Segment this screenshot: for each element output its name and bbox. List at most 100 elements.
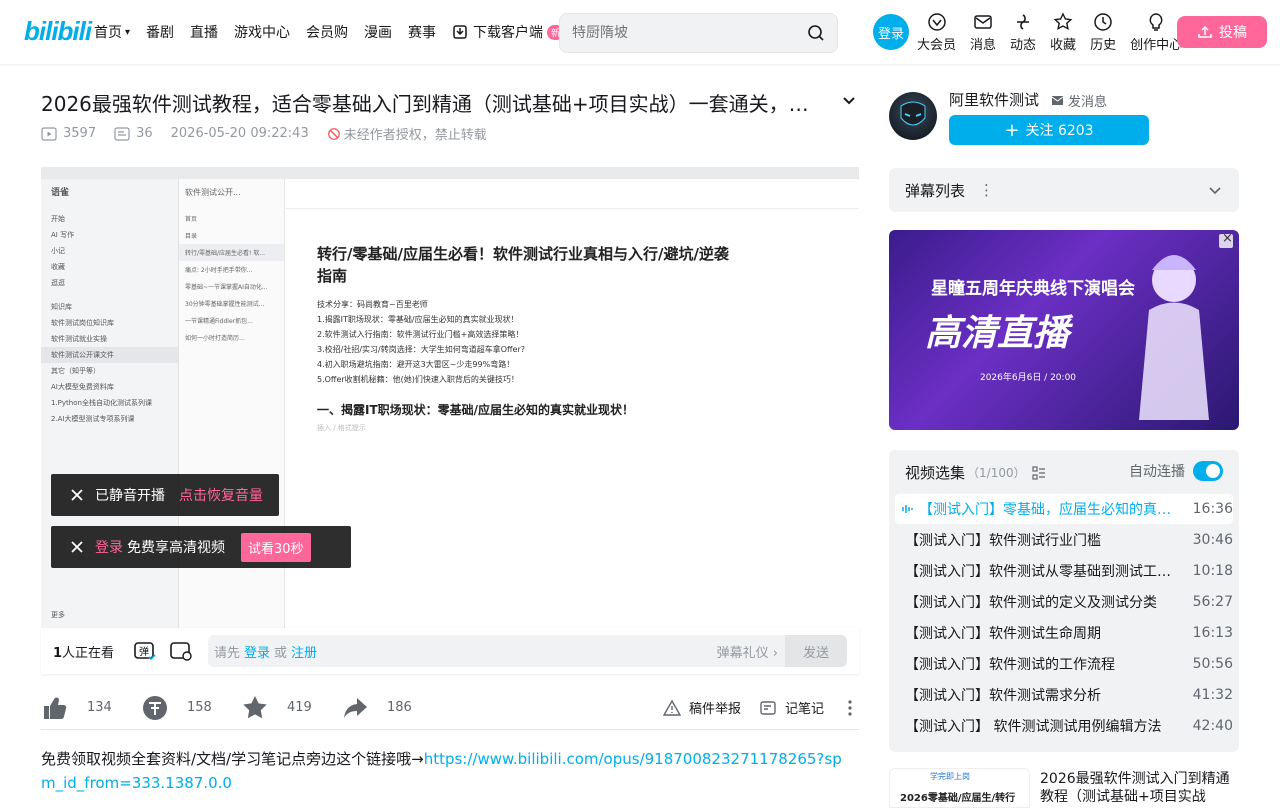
publish-date: 2026-05-20 09:22:43	[170, 126, 309, 141]
nav-live[interactable]: 直播	[190, 22, 218, 42]
share-button[interactable]: 186	[341, 694, 441, 722]
login-toast: 登录 免费享高清视频 试看30秒	[51, 526, 351, 568]
playlist-item[interactable]: 【测试入门】软件测试行业门槛 30:46	[895, 525, 1233, 555]
header-vip[interactable]: 大会员	[917, 12, 956, 53]
autoplay-toggle[interactable]	[1193, 461, 1223, 481]
dynamic-icon	[1017, 14, 1030, 30]
header-favorite[interactable]: 收藏	[1050, 12, 1076, 53]
more-options-button[interactable]	[841, 699, 867, 717]
close-icon[interactable]	[1219, 231, 1233, 248]
playlist-header: 视频选集 （1/100）	[905, 462, 1046, 483]
uploader-name[interactable]: 阿里软件测试	[949, 89, 1039, 110]
message-icon	[974, 15, 992, 29]
video-meta: 3597 36 2026-05-20 09:22:43 未经作者授权，禁止转载	[41, 124, 505, 143]
top-header: bilibili 首页 ▾ 番剧 直播 游戏中心 会员购 漫画 赛事 下载客户端 …	[0, 0, 1280, 64]
star-icon	[243, 695, 267, 718]
danmaku-settings-icon[interactable]	[169, 639, 193, 663]
nav-manga[interactable]: 漫画	[364, 22, 392, 42]
danmaku-list-panel[interactable]: 弹幕列表 ⋮	[889, 168, 1239, 212]
list-view-icon[interactable]	[1032, 465, 1046, 480]
thumbs-up-icon	[44, 697, 67, 719]
danmaku-toggle-icon[interactable]: 弹	[133, 639, 157, 663]
report-button[interactable]: 稿件举报	[663, 698, 741, 717]
playlist-item[interactable]: 【测试入门】软件测试从零基础到测试工程师 10:18	[895, 556, 1233, 586]
play-count-icon	[41, 126, 57, 141]
vip-icon	[927, 13, 946, 31]
upload-icon	[1198, 25, 1212, 38]
follow-button[interactable]: + 关注 6203	[949, 115, 1149, 145]
nav-game-center[interactable]: 游戏中心	[234, 22, 290, 42]
close-icon[interactable]	[69, 539, 85, 555]
nav-mall[interactable]: 会员购	[306, 22, 348, 42]
danmaku-input[interactable]: 请先 登录 或 注册 弹幕礼仪 ›	[208, 635, 786, 667]
playlist-item[interactable]: 【测试入门】 软件测试测试用例编辑方法 42:40	[895, 711, 1233, 741]
recommended-thumbnail: 学完即上岗 2026零基础/应届生/转行	[889, 768, 1030, 808]
danmaku-send-button[interactable]: 发送	[785, 635, 847, 667]
notes-icon	[760, 700, 776, 715]
autoplay-control: 自动连播	[1129, 461, 1223, 481]
video-title: 2026最强软件测试教程，适合零基础入门到精通（测试基础+项目实战）一套通关，学…	[41, 92, 821, 116]
mail-icon	[1051, 96, 1064, 105]
uploader-avatar[interactable]	[889, 92, 937, 140]
chevron-down-icon[interactable]	[840, 92, 858, 110]
nav-bangumi[interactable]: 番剧	[146, 22, 174, 42]
bilibili-logo[interactable]: bilibili	[24, 16, 92, 47]
danmaku-etiquette-link[interactable]: 弹幕礼仪 ›	[717, 642, 778, 661]
playlist-item[interactable]: 【测试入门】软件测试的定义及测试分类 56:27	[895, 587, 1233, 617]
video-playlist: 视频选集 （1/100） 自动连播 【测试入门】零基础，应届生必知的真实就业现状…	[889, 450, 1239, 752]
favorite-button[interactable]: 419	[241, 694, 341, 722]
nav-download-client[interactable]: 下载客户端 新	[452, 22, 565, 42]
toast-login-link[interactable]: 登录	[95, 537, 123, 557]
playlist-item[interactable]: 【测试入门】软件测试的工作流程 50:56	[895, 649, 1233, 679]
doc-hint: 插入 / 格式提示	[317, 424, 366, 432]
live-concert-ad[interactable]: 星瞳五周年庆典线下演唱会 高清直播 2026年6月6日 / 20:00	[889, 230, 1239, 430]
playlist-item[interactable]: 【测试入门】软件测试生命周期 16:13	[895, 618, 1233, 648]
doc-heading: 一、揭露IT职场现状：零基础/应届生必知的真实就业现状！	[317, 403, 635, 417]
danmaku-count: 36	[114, 126, 153, 142]
more-vertical-icon[interactable]: ⋮	[979, 181, 994, 199]
login-button[interactable]: 登录	[873, 14, 909, 50]
video-screen-document: 转行/零基础/应届生必看！软件测试行业真相与入行/避坑/逆袭指南 技术分享：码尚…	[285, 179, 859, 628]
close-icon[interactable]	[69, 487, 85, 503]
doc-lines: 技术分享：码尚教育~百里老师 1.揭露IT职场现状：零基础/应届生必知的真实就业…	[317, 300, 525, 384]
chevron-down-icon: ▾	[125, 26, 131, 38]
danmaku-login-link[interactable]: 登录	[244, 642, 270, 661]
recommended-title: 2026最强软件测试入门到精通教程（测试基础+项目实战	[1040, 771, 1230, 805]
chevron-down-icon[interactable]	[1207, 182, 1223, 198]
nav-home[interactable]: 首页 ▾	[94, 22, 130, 42]
ad-headline: 星瞳五周年庆典线下演唱会	[931, 279, 1135, 299]
header-history[interactable]: 历史	[1090, 12, 1116, 53]
view-count: 3597	[41, 126, 96, 142]
avatar-mask-icon	[900, 101, 926, 126]
send-message-button[interactable]: 发消息	[1051, 91, 1107, 110]
danmaku-count-icon	[114, 126, 130, 141]
danmaku-send-bar: 1人正在看 弹 请先 登录 或 注册 弹幕礼仪 › 发送	[41, 628, 859, 674]
ad-character-illustration	[1139, 255, 1209, 420]
video-action-bar: 134 158 419 186 稿件举报 记笔记	[41, 686, 859, 730]
search-input[interactable]	[572, 14, 802, 52]
video-screen-tabbar	[41, 167, 859, 179]
header-dynamic[interactable]: 动态	[1010, 12, 1036, 53]
video-screen-toolbar	[285, 179, 859, 209]
playlist-item[interactable]: 【测试入门】软件测试需求分析 41:32	[895, 680, 1233, 710]
header-message[interactable]: 消息	[970, 12, 996, 53]
coin-button[interactable]: 158	[141, 694, 241, 722]
try-30s-button[interactable]: 试看30秒	[241, 532, 311, 562]
copyright-notice: 未经作者授权，禁止转载	[327, 124, 487, 143]
like-button[interactable]: 134	[41, 694, 141, 722]
header-creator-center[interactable]: 创作中心	[1130, 12, 1182, 53]
search-box	[559, 13, 838, 53]
top-nav: 首页 ▾ 番剧 直播 游戏中心 会员购 漫画 赛事 下载客户端 新	[94, 0, 580, 64]
more-vertical-icon	[848, 699, 852, 716]
video-description: 免费领取视频全套资料/文档/学习笔记点旁边这个链接哦→https://www.b…	[41, 750, 842, 792]
mute-toast: 已静音开播 点击恢复音量	[51, 474, 279, 516]
recommended-video[interactable]: 学完即上岗 2026零基础/应届生/转行 2026最强软件测试入门到精通教程（测…	[889, 768, 1239, 808]
danmaku-register-link[interactable]: 注册	[291, 642, 317, 661]
take-notes-button[interactable]: 记笔记	[759, 698, 824, 717]
upload-button[interactable]: 投稿	[1177, 16, 1267, 48]
nav-esports[interactable]: 赛事	[408, 22, 436, 42]
search-icon[interactable]	[807, 24, 825, 42]
playlist-item[interactable]: 【测试入门】零基础，应届生必知的真实就业现状 16:36	[895, 494, 1233, 524]
creator-icon	[1149, 13, 1163, 31]
restore-volume-link[interactable]: 点击恢复音量	[179, 485, 263, 505]
